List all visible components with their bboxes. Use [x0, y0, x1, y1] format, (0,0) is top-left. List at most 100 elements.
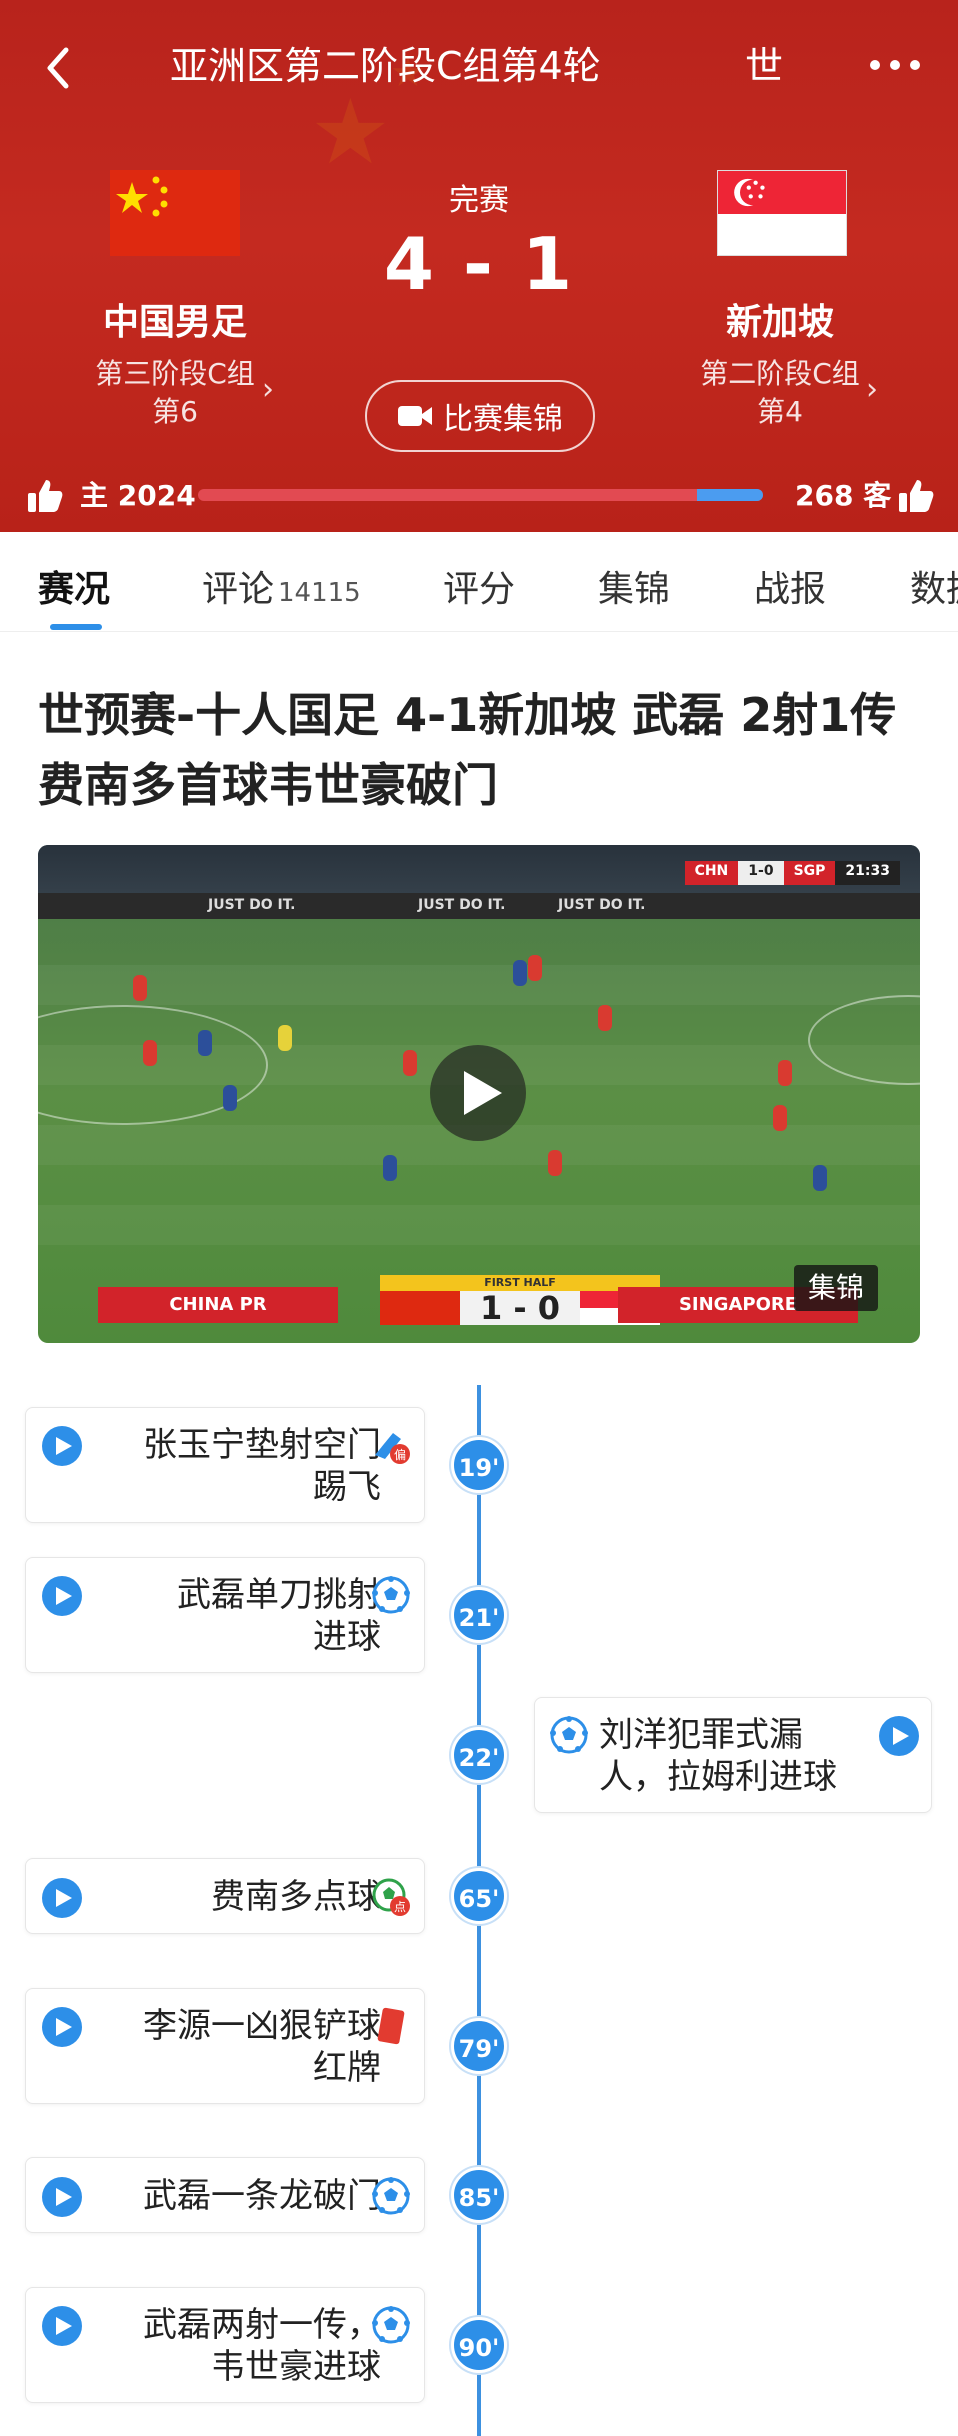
match-header: ★ ★ 亚洲区第二阶段C组第4轮 世 中国男足 第三阶段C组 第6 › 完赛 4…: [0, 0, 958, 532]
shot-off-target-icon: 偏: [371, 1425, 411, 1465]
event-description: 武磊单刀挑射 进球: [177, 1575, 381, 1657]
timeline-event-card[interactable]: 刘洋犯罪式漏 人，拉姆利进球: [534, 1697, 932, 1813]
play-icon[interactable]: [42, 1878, 82, 1918]
tab-comments[interactable]: 评论 14115: [202, 560, 361, 612]
svg-text:点: 点: [394, 1900, 406, 1914]
event-minute-marker: 21': [451, 1587, 507, 1643]
thumbs-up-home-icon[interactable]: [25, 476, 65, 516]
article-headline[interactable]: 世预赛-十人国足 4-1新加坡 武磊 2射1传费南多首球韦世豪破门: [38, 680, 928, 820]
timeline-event-card[interactable]: 李源一凶狠铲球 红牌: [25, 1988, 425, 2104]
tab-ratings[interactable]: 评分: [443, 560, 515, 612]
active-tab-indicator: [50, 624, 102, 630]
timeline-event-card[interactable]: 费南多点球点: [25, 1858, 425, 1934]
goal-ball-icon: [371, 2176, 411, 2216]
singapore-flag-icon[interactable]: [717, 170, 847, 256]
score-value: 1-0: [738, 861, 784, 885]
tab-label: 赛况: [38, 569, 111, 610]
event-minute-marker: 90': [451, 2317, 507, 2373]
china-flag-icon[interactable]: [110, 170, 240, 256]
event-minute-marker: 79': [451, 2018, 507, 2074]
player-marker: [598, 1005, 612, 1031]
page-title: 亚洲区第二阶段C组第4轮: [170, 44, 601, 88]
tab-highlights[interactable]: 集锦: [598, 560, 670, 612]
timeline-event-card[interactable]: 武磊一条龙破门: [25, 2157, 425, 2233]
away-vote-count: 268 客: [795, 479, 892, 512]
player-marker: [778, 1060, 792, 1086]
player-marker: [278, 1025, 292, 1051]
china-flag-icon: [380, 1291, 460, 1325]
tab-label: 战报: [754, 569, 827, 610]
tab-label: 数据: [910, 569, 958, 610]
support-vote-bar: 主 2024 268 客: [0, 470, 958, 520]
more-options-icon[interactable]: [865, 50, 925, 80]
title-overflow: 世: [745, 44, 784, 88]
chevron-right-icon[interactable]: ›: [866, 372, 878, 407]
thumbs-up-away-icon[interactable]: [896, 476, 936, 516]
player-marker: [403, 1050, 417, 1076]
event-description: 刘洋犯罪式漏 人，拉姆利进球: [599, 1715, 837, 1797]
score-home-code: CHN: [684, 861, 739, 885]
highlights-button[interactable]: 比赛集锦: [365, 380, 595, 452]
event-description: 张玉宁垫射空门 踢飞: [143, 1425, 381, 1507]
away-team-name[interactable]: 新加坡: [650, 293, 910, 345]
goal-ball-icon: [549, 1715, 589, 1755]
player-marker: [133, 975, 147, 1001]
player-marker: [383, 1155, 397, 1181]
pitch-stripe: [38, 1205, 920, 1245]
timeline-event-card[interactable]: 武磊两射一传， 韦世豪进球: [25, 2287, 425, 2403]
timeline-event-card[interactable]: 张玉宁垫射空门 踢飞偏: [25, 1407, 425, 1523]
video-camera-icon: [398, 406, 432, 426]
player-marker: [143, 1040, 157, 1066]
ad-text: JUST DO IT.: [208, 897, 296, 913]
home-vote-count: 主 2024: [80, 479, 196, 512]
play-icon[interactable]: [879, 1716, 919, 1756]
event-minute-marker: 65': [451, 1868, 507, 1924]
player-marker: [813, 1165, 827, 1191]
comment-count: 14115: [278, 578, 361, 608]
home-team-name[interactable]: 中国男足: [45, 293, 305, 345]
tab-label: 评分: [443, 569, 516, 610]
event-minute-marker: 22': [451, 1727, 507, 1783]
goal-ball-icon: [371, 2305, 411, 2345]
chevron-right-icon[interactable]: ›: [262, 372, 274, 407]
tab-bar: 赛况 评论14115 评分 集锦 战报 数据: [0, 532, 958, 632]
play-button[interactable]: [430, 1045, 526, 1141]
player-marker: [223, 1085, 237, 1111]
highlights-button-label: 比赛集锦: [443, 402, 563, 437]
penalty-goal-icon: 点: [371, 1877, 411, 1917]
play-icon[interactable]: [42, 2007, 82, 2047]
player-marker: [548, 1150, 562, 1176]
play-icon[interactable]: [42, 1576, 82, 1616]
timeline-event-card[interactable]: 武磊单刀挑射 进球: [25, 1557, 425, 1673]
player-marker: [198, 1030, 212, 1056]
back-arrow-icon[interactable]: [30, 38, 90, 98]
svg-text:偏: 偏: [394, 1447, 406, 1462]
scorebug-home: CHINA PR: [98, 1287, 338, 1323]
play-icon[interactable]: [42, 2306, 82, 2346]
vote-ratio-bar: [198, 489, 763, 501]
tab-label: 评论: [202, 569, 275, 610]
match-clock: 21:33: [835, 861, 900, 885]
match-score: 4 - 1: [383, 222, 575, 306]
event-minute-marker: 85': [451, 2167, 507, 2223]
tab-label: 集锦: [598, 569, 671, 610]
red-card-icon: [371, 2006, 411, 2046]
ad-text: JUST DO IT.: [418, 897, 506, 913]
event-description: 李源一凶狠铲球 红牌: [143, 2006, 381, 2088]
ad-text: JUST DO IT.: [558, 897, 646, 913]
match-status: 完赛: [449, 183, 509, 218]
highlights-tag[interactable]: 集锦: [794, 1265, 879, 1311]
broadcast-scorebug: CHINA PR FIRST HALF 1 - 0 SINGAPORE: [98, 1275, 858, 1327]
event-description: 费南多点球: [211, 1877, 381, 1917]
broadcast-score-overlay: CHN 1-0 SGP 21:33: [684, 861, 900, 885]
tab-match-live[interactable]: 赛况: [38, 560, 110, 612]
tab-stats[interactable]: 数据: [910, 560, 958, 612]
event-minute-marker: 19': [451, 1437, 507, 1493]
scorebug-score: 1 - 0: [479, 1289, 561, 1327]
play-icon[interactable]: [42, 2177, 82, 2217]
player-marker: [528, 955, 542, 981]
highlight-video-player[interactable]: JUST DO IT. JUST DO IT. JUST DO IT. CHN …: [38, 845, 920, 1343]
pitch-stripe: [38, 965, 920, 1005]
tab-report[interactable]: 战报: [754, 560, 826, 612]
play-icon[interactable]: [42, 1426, 82, 1466]
